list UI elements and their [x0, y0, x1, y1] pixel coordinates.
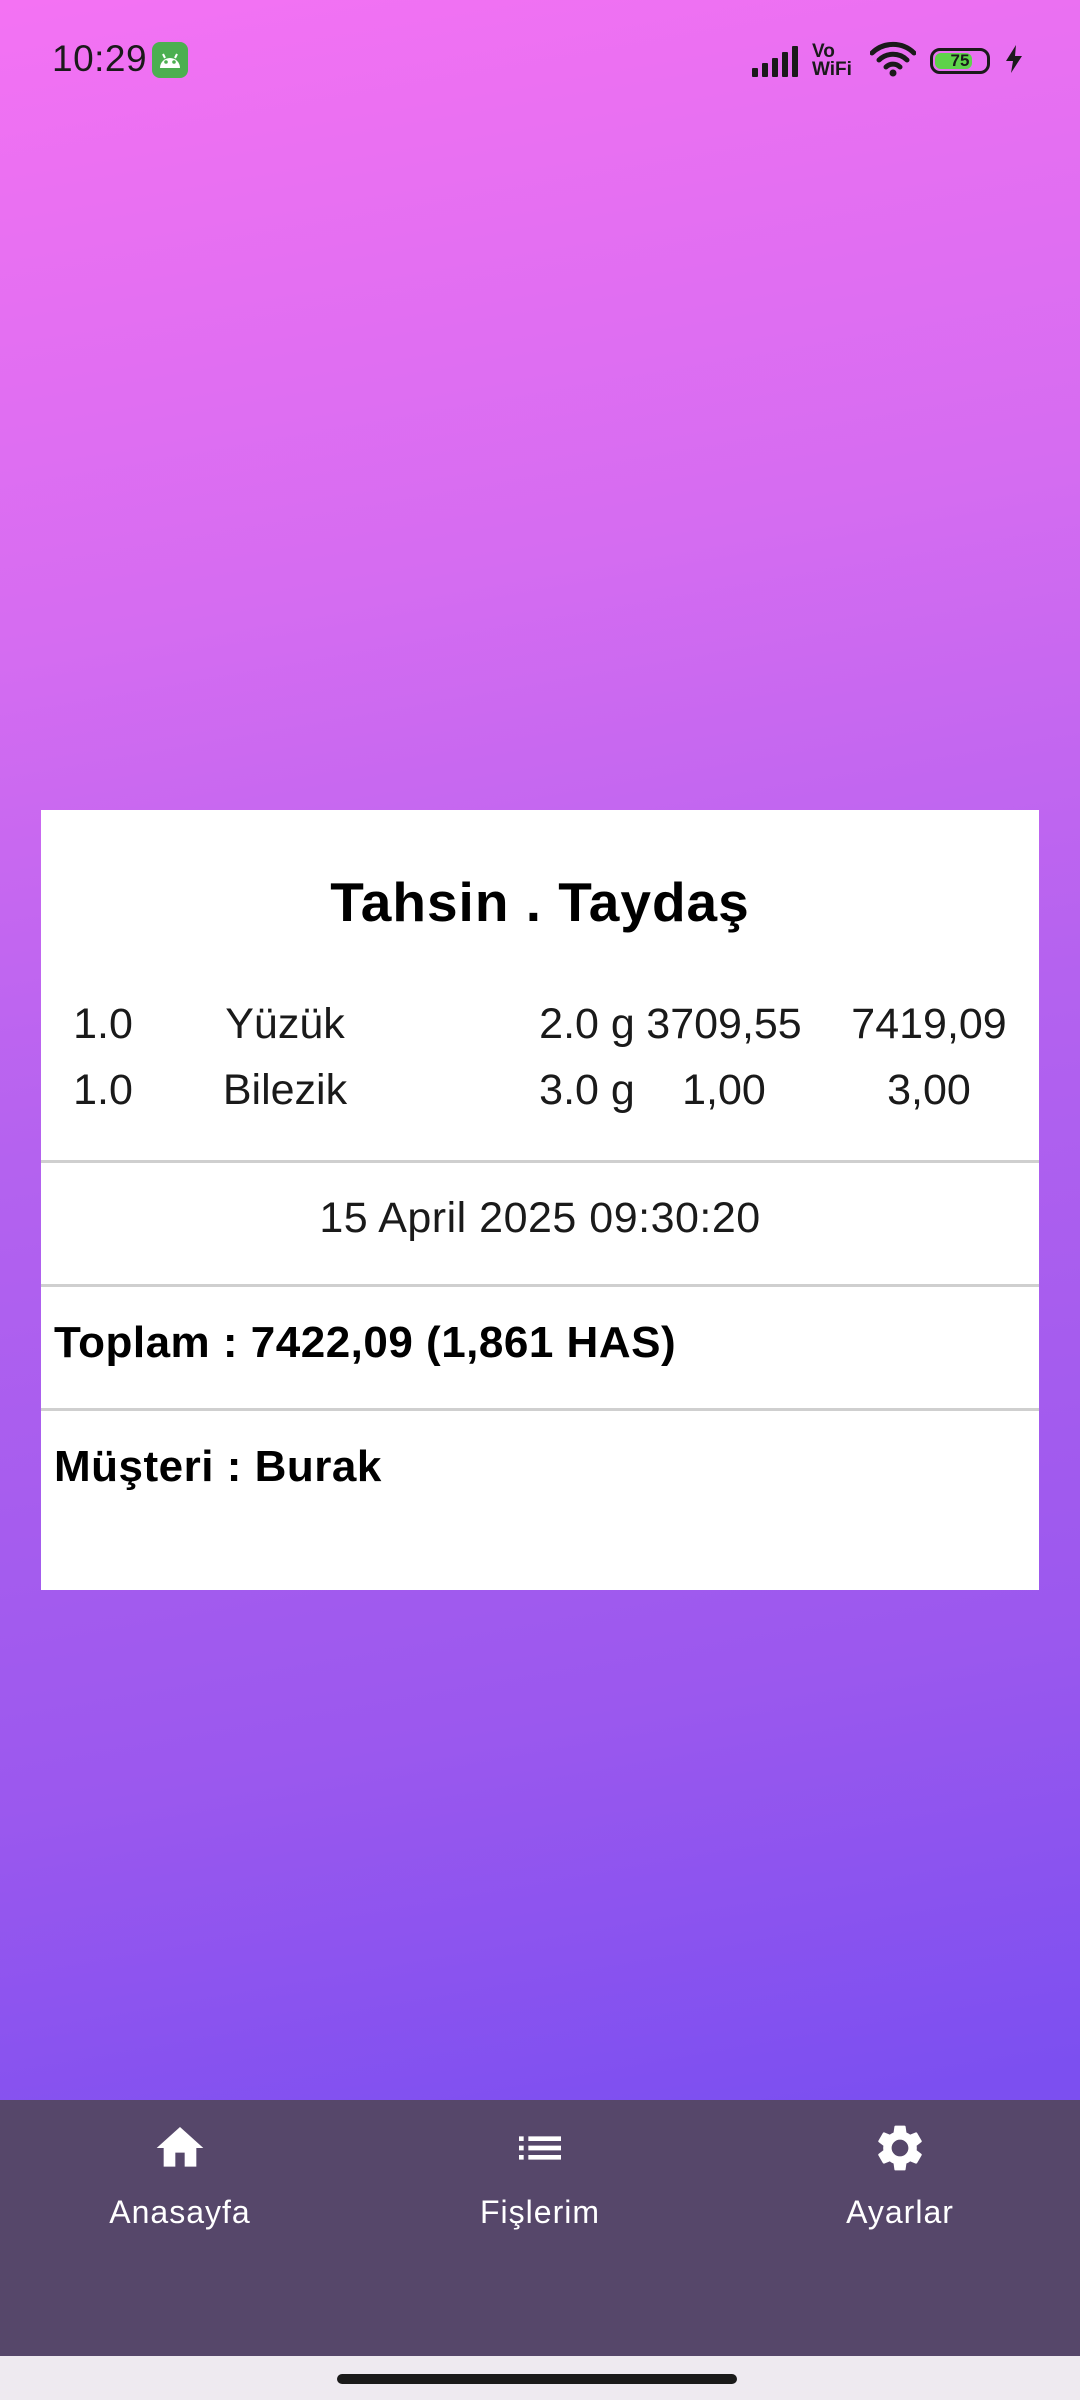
- home-gesture-bar[interactable]: [337, 2374, 737, 2384]
- receipt-bottom-edge: [41, 1568, 1039, 1584]
- charging-icon: [1004, 44, 1024, 79]
- item-total: 3,00: [887, 1066, 971, 1114]
- nav-item-receipts[interactable]: Fişlerim: [360, 2100, 720, 2300]
- item-unit-price: 3709,55: [646, 1000, 802, 1048]
- item-unit-price: 1,00: [682, 1066, 766, 1114]
- status-bar: 10:29 Vo WiFi 75: [0, 0, 1080, 120]
- divider: [41, 1408, 1039, 1411]
- wifi-icon: [869, 41, 917, 82]
- gesture-navigation-area: [0, 2356, 1080, 2400]
- divider: [41, 1284, 1039, 1287]
- item-quantity: 1.0: [73, 1066, 133, 1114]
- nav-item-settings[interactable]: Ayarlar: [720, 2100, 1080, 2300]
- item-name: Bilezik: [222, 1066, 348, 1114]
- nav-item-home[interactable]: Anasayfa: [0, 2100, 360, 2300]
- vowifi-bottom-label: WiFi: [812, 59, 852, 80]
- receipt-item-row: 1.0 Bilezik 3.0 g 1,00 3,00: [41, 1066, 1039, 1126]
- item-total: 7419,09: [851, 1000, 1007, 1048]
- receipt-item-row: 1.0 Yüzük 2.0 g 3709,55 7419,09: [41, 1000, 1039, 1060]
- list-icon: [512, 2120, 568, 2176]
- receipt-total: Toplam : 7422,09 (1,861 HAS): [54, 1318, 677, 1367]
- android-robot-icon: [152, 42, 188, 78]
- battery-level: 75: [950, 51, 970, 70]
- signal-icon: [752, 45, 798, 77]
- status-time: 10:29: [52, 38, 148, 79]
- home-icon: [152, 2120, 208, 2176]
- nav-label-settings: Ayarlar: [846, 2194, 954, 2230]
- receipt-customer: Müşteri : Burak: [54, 1442, 382, 1491]
- status-indicators: Vo WiFi 75: [752, 38, 1024, 84]
- nav-label-home: Anasayfa: [109, 2194, 251, 2230]
- receipt-title: Tahsin . Taydaş: [330, 871, 750, 933]
- item-quantity: 1.0: [73, 1000, 133, 1048]
- bottom-navigation: Anasayfa Fişlerim Ayarlar: [0, 2100, 1080, 2356]
- receipt-card[interactable]: Tahsin . Taydaş 1.0 Yüzük 2.0 g 3709,55 …: [41, 810, 1039, 1590]
- vowifi-icon: Vo WiFi: [812, 42, 856, 80]
- battery-icon: 75: [930, 48, 990, 74]
- item-name: Yüzük: [225, 1000, 345, 1048]
- divider: [41, 1160, 1039, 1163]
- receipt-date: 15 April 2025 09:30:20: [319, 1194, 761, 1242]
- settings-icon: [872, 2120, 928, 2176]
- nav-label-receipts: Fişlerim: [480, 2194, 600, 2230]
